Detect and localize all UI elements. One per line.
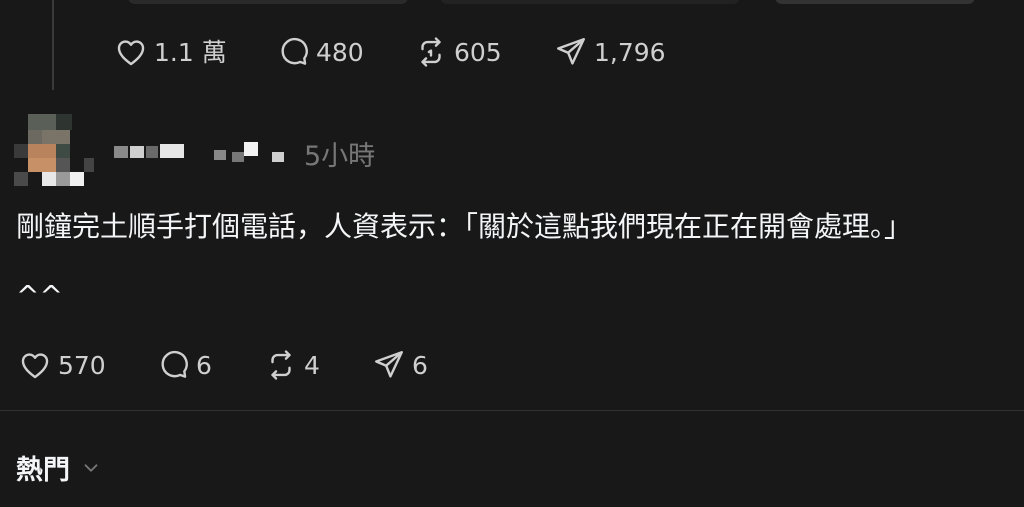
- share-count: 1,796: [594, 37, 666, 67]
- post-text: 剛鐘完土順手打個電話，人資表示：「關於這點我們現在正在開會處理。」: [16, 210, 913, 243]
- media-edge: [128, 0, 408, 4]
- like-count: 1.1 萬: [154, 37, 227, 67]
- share-count: 6: [412, 350, 428, 380]
- post-timestamp[interactable]: 5小時: [304, 134, 375, 173]
- share-button[interactable]: 6: [372, 348, 428, 382]
- repost-icon: [271, 350, 291, 380]
- thread-page: 1.1 萬 480 605 1,796 5小時 剛鐘完土順手打個電話，人資表示：…: [0, 0, 1024, 507]
- reply-count: 6: [196, 350, 212, 380]
- post-text-line2: ^^: [16, 279, 63, 312]
- reply-button[interactable]: 480: [276, 35, 364, 69]
- repost-count: 4: [304, 350, 320, 380]
- author-name[interactable]: [110, 138, 290, 164]
- like-count: 570: [58, 350, 106, 380]
- sort-dropdown[interactable]: 熱門: [16, 448, 102, 487]
- media-edge: [775, 0, 975, 4]
- repost-icon: [421, 37, 441, 67]
- reply-button[interactable]: 6: [156, 348, 212, 382]
- repost-count: 605: [454, 37, 502, 67]
- comment-icon: [161, 350, 188, 378]
- share-icon: [375, 351, 403, 378]
- heart-icon: [117, 40, 145, 66]
- sort-label: 熱門: [16, 455, 70, 486]
- like-button[interactable]: 570: [18, 348, 106, 382]
- heart-icon: [21, 353, 49, 379]
- repost-button[interactable]: 4: [264, 348, 320, 382]
- avatar[interactable]: [14, 114, 94, 194]
- reply-count: 480: [316, 37, 364, 67]
- share-button[interactable]: 1,796: [554, 35, 666, 69]
- like-button[interactable]: 1.1 萬: [114, 35, 227, 69]
- comment-icon: [281, 37, 308, 65]
- chevron-down-icon: [84, 463, 98, 472]
- share-icon: [557, 38, 585, 65]
- divider: [0, 410, 1024, 411]
- repost-button[interactable]: 605: [414, 35, 502, 69]
- media-edge: [440, 0, 740, 4]
- thread-line: [52, 0, 54, 90]
